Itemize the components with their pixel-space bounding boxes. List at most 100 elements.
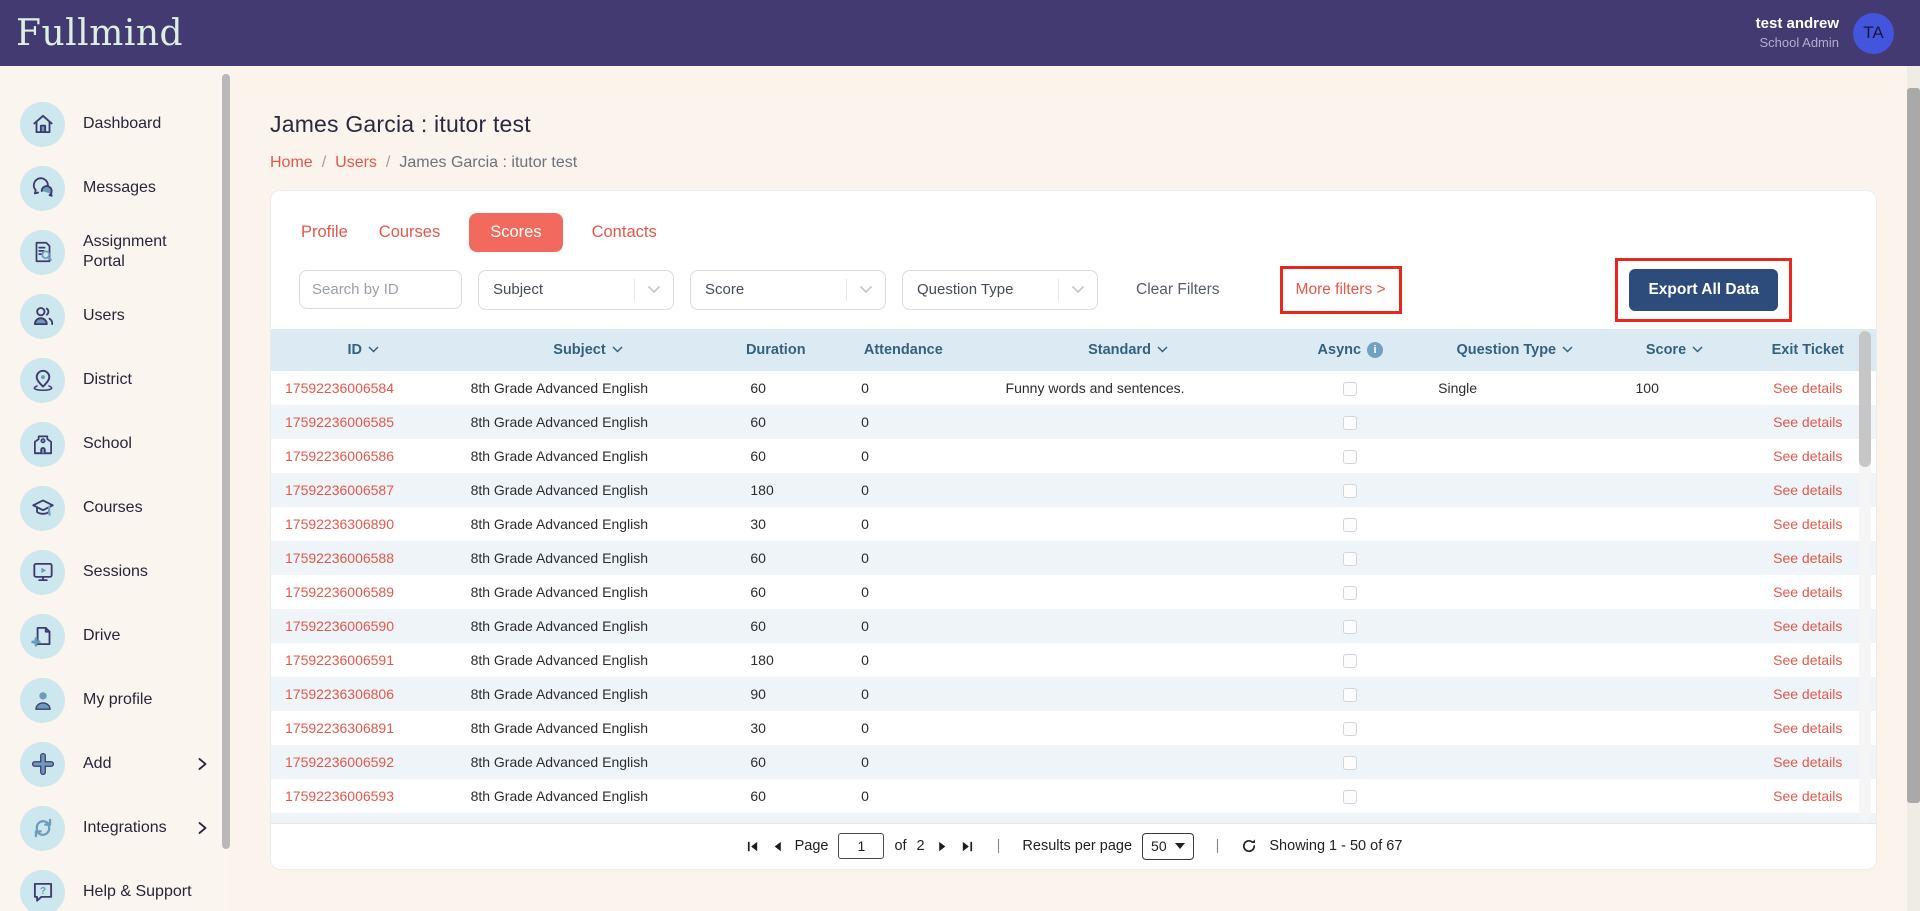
see-details-link[interactable]: See details [1773, 584, 1842, 600]
integrations-icon [20, 806, 65, 851]
async-checkbox[interactable] [1343, 586, 1357, 600]
filter-dropdown-question-type[interactable]: Question Type [902, 270, 1098, 310]
row-id-link[interactable]: 17592236006591 [285, 652, 394, 668]
row-id-link[interactable]: 17592236006585 [285, 414, 394, 430]
async-checkbox[interactable] [1343, 382, 1357, 396]
async-checkbox[interactable] [1343, 416, 1357, 430]
breadcrumb-home[interactable]: Home [270, 154, 313, 172]
sidebar-item-drive[interactable]: Drive [0, 604, 230, 668]
tabs: Profile Courses Scores Contacts [299, 213, 1848, 252]
avatar[interactable]: TA [1853, 13, 1894, 54]
row-id-link[interactable]: 17592236306806 [285, 686, 394, 702]
sidebar-item-sessions[interactable]: Sessions [0, 540, 230, 604]
page-number-input[interactable] [838, 833, 884, 859]
breadcrumb-users[interactable]: Users [335, 154, 377, 172]
row-id-link[interactable]: 17592236006586 [285, 448, 394, 464]
async-checkbox[interactable] [1343, 722, 1357, 736]
tab-contacts[interactable]: Contacts [590, 213, 659, 252]
sidebar-item-label: My profile [83, 690, 152, 710]
previous-page-button[interactable] [770, 839, 785, 854]
courses-icon [20, 486, 65, 531]
export-all-data-button[interactable]: Export All Data [1629, 269, 1778, 311]
sidebar-item-add[interactable]: Add [0, 732, 230, 796]
last-page-button[interactable] [960, 839, 975, 854]
sidebar-item-district[interactable]: District [0, 348, 230, 412]
table-scrollbar[interactable] [1859, 331, 1871, 821]
row-question-type [1420, 541, 1609, 575]
tab-scores[interactable]: Scores [469, 213, 562, 252]
sidebar-item-dashboard[interactable]: Dashboard [0, 92, 230, 156]
column-header-standard[interactable]: Standard [976, 329, 1281, 371]
see-details-link[interactable]: See details [1773, 618, 1842, 634]
window-scrollbar-thumb[interactable] [1907, 88, 1920, 803]
sidebar-scrollbar-thumb[interactable] [222, 74, 230, 849]
filter-dropdown-subject[interactable]: Subject [478, 270, 674, 310]
async-checkbox[interactable] [1343, 756, 1357, 770]
info-icon[interactable]: i [1367, 342, 1383, 358]
row-id-link[interactable]: 17592236306890 [285, 516, 394, 532]
async-checkbox[interactable] [1343, 518, 1357, 532]
see-details-link[interactable]: See details [1773, 380, 1842, 396]
app-logo: Fullmind [16, 13, 183, 54]
pagination-divider: | [1216, 838, 1220, 854]
row-id-link[interactable]: 17592236006593 [285, 788, 394, 804]
see-details-link[interactable]: See details [1773, 516, 1842, 532]
column-header-subject[interactable]: Subject [456, 329, 721, 371]
see-details-link[interactable]: See details [1773, 414, 1842, 430]
row-id-link[interactable]: 17592236006584 [285, 380, 394, 396]
window-scrollbar[interactable] [1907, 66, 1920, 911]
sidebar-item-courses[interactable]: Courses [0, 476, 230, 540]
table-row: 17592236006589 8th Grade Advanced Englis… [271, 575, 1876, 609]
row-duration: 30 [720, 507, 831, 541]
row-score [1610, 473, 1740, 507]
sidebar-item-messages[interactable]: Messages [0, 156, 230, 220]
table-scrollbar-thumb[interactable] [1859, 331, 1871, 467]
more-filters-link[interactable]: More filters > [1296, 281, 1386, 298]
column-header-id[interactable]: ID [271, 329, 456, 371]
page-title: James Garcia : itutor test [270, 111, 1877, 138]
see-details-link[interactable]: See details [1773, 720, 1842, 736]
sidebar-item-school[interactable]: School [0, 412, 230, 476]
async-checkbox[interactable] [1343, 484, 1357, 498]
sidebar-item-assignment-portal[interactable]: Assignment Portal [0, 220, 230, 284]
sidebar-item-my-profile[interactable]: My profile [0, 668, 230, 732]
async-checkbox[interactable] [1343, 450, 1357, 464]
see-details-link[interactable]: See details [1773, 652, 1842, 668]
row-id-link[interactable]: 17592236006587 [285, 482, 394, 498]
async-checkbox[interactable] [1343, 688, 1357, 702]
next-page-button[interactable] [935, 839, 950, 854]
tab-courses[interactable]: Courses [377, 213, 442, 252]
sidebar-item-help-support[interactable]: ? Help & Support [0, 860, 230, 911]
row-id-link[interactable]: 17592236306891 [285, 720, 394, 736]
see-details-link[interactable]: See details [1773, 686, 1842, 702]
async-checkbox[interactable] [1343, 654, 1357, 668]
row-id-link[interactable]: 17592236006590 [285, 618, 394, 634]
column-header-question-type[interactable]: Question Type [1420, 329, 1609, 371]
row-duration: 30 [720, 711, 831, 745]
sidebar-item-users[interactable]: Users [0, 284, 230, 348]
tab-profile[interactable]: Profile [299, 213, 350, 252]
column-header-score[interactable]: Score [1610, 329, 1740, 371]
see-details-link[interactable]: See details [1773, 550, 1842, 566]
row-id-link[interactable]: 17592236006588 [285, 550, 394, 566]
row-duration: 180 [720, 473, 831, 507]
filter-dropdown-score[interactable]: Score [690, 270, 886, 310]
per-page-select[interactable]: 50 [1142, 833, 1194, 860]
async-checkbox[interactable] [1343, 552, 1357, 566]
async-checkbox[interactable] [1343, 620, 1357, 634]
first-page-button[interactable] [745, 839, 760, 854]
sidebar-scrollbar[interactable] [222, 74, 230, 904]
refresh-button[interactable] [1241, 838, 1257, 854]
clear-filters-button[interactable]: Clear Filters [1136, 281, 1220, 299]
row-score [1610, 677, 1740, 711]
async-checkbox[interactable] [1343, 790, 1357, 804]
row-id-link[interactable]: 17592236006589 [285, 584, 394, 600]
see-details-link[interactable]: See details [1773, 482, 1842, 498]
see-details-link[interactable]: See details [1773, 448, 1842, 464]
search-input[interactable] [299, 270, 462, 309]
sidebar-item-integrations[interactable]: Integrations [0, 796, 230, 860]
see-details-link[interactable]: See details [1773, 788, 1842, 804]
sidebar-item-label: Sessions [83, 562, 148, 582]
see-details-link[interactable]: See details [1773, 754, 1842, 770]
row-id-link[interactable]: 17592236006592 [285, 754, 394, 770]
